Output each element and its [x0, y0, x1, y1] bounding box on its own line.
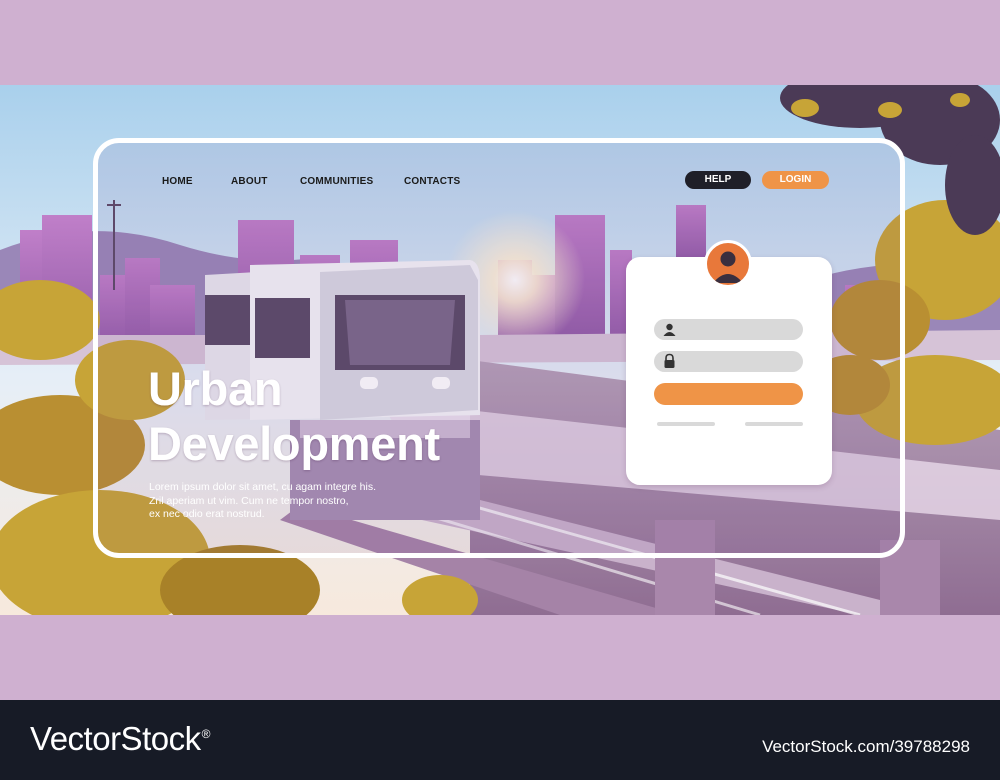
nav-item-contacts[interactable]: CONTACTS — [404, 176, 460, 187]
hero-description-line2: Zril aperiam ut vim. Cum ne tempor nostr… — [149, 494, 349, 507]
trademark-symbol: ® — [201, 727, 211, 741]
nav-item-communities[interactable]: COMMUNITIES — [300, 176, 373, 187]
user-avatar-icon — [704, 240, 752, 288]
hero-description-line1: Lorem ipsum dolor sit amet, cu agam inte… — [149, 481, 377, 493]
hero-description-line3: ex nec odio erat nostrud. — [149, 508, 265, 521]
username-field[interactable] — [654, 319, 803, 340]
hero-description: Lorem ipsum dolor sit amet, cu agam inte… — [149, 481, 419, 522]
nav-item-about[interactable]: ABOUT — [231, 176, 268, 187]
image-credit: VectorStock.com/39788298 — [762, 737, 970, 756]
login-button[interactable]: LOGIN — [762, 171, 829, 189]
hero-title-line2: Development — [148, 417, 440, 470]
register-link[interactable] — [745, 422, 803, 426]
hero-title-line1: Urban — [148, 362, 283, 415]
forgot-link[interactable] — [657, 422, 715, 426]
submit-button[interactable] — [654, 383, 803, 405]
password-field[interactable] — [654, 351, 803, 372]
help-button[interactable]: HELP — [685, 171, 751, 189]
nav-item-home[interactable]: HOME — [162, 176, 193, 187]
user-icon — [662, 322, 677, 337]
vectorstock-logo: VectorStock® — [30, 720, 210, 758]
lock-icon — [662, 353, 677, 369]
brand-text: VectorStock — [30, 720, 201, 757]
